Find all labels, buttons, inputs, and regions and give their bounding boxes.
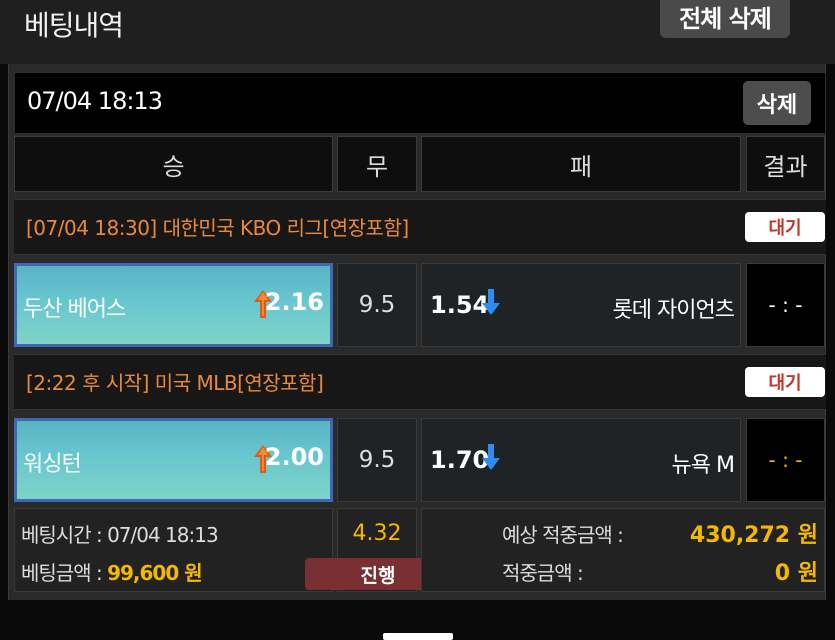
league-row: [2:22 후 시작] 미국 MLB[연장포함] 대기 <box>14 354 826 410</box>
win-amount-label: 적중금액 : <box>502 561 584 585</box>
home-team-name: 두산 베어스 <box>23 297 126 322</box>
delete-all-button[interactable]: 전체 삭제 <box>660 0 790 38</box>
result-score: - : - <box>746 263 825 347</box>
bet-summary-left: 베팅시간 : 07/04 18:13 베팅금액 : 99,600 원 <box>14 508 333 592</box>
home-team-name: 워싱턴 <box>23 452 82 477</box>
status-badge: 대기 <box>745 212 825 242</box>
league-info: [07/04 18:30] 대한민국 KBO 리그[연장포함] <box>26 216 409 240</box>
column-header-draw: 무 <box>337 136 417 192</box>
away-team-cell[interactable]: 1.54 롯데 자이언츠 <box>421 263 741 347</box>
bet-time-value: 07/04 18:13 <box>107 523 219 547</box>
away-team-name: 뉴욕 M <box>671 453 735 478</box>
home-team-cell[interactable]: 워싱턴 2.00 <box>14 418 333 502</box>
away-team-name: 롯데 자이언츠 <box>612 298 735 323</box>
home-team-cell[interactable]: 두산 베어스 2.16 <box>14 263 333 347</box>
bet-amount-line: 베팅금액 : 99,600 원 <box>21 557 203 586</box>
league-info: [2:22 후 시작] 미국 MLB[연장포함] <box>26 371 324 395</box>
away-odds: 1.70 <box>430 446 490 474</box>
bet-amount-label: 베팅금액 : <box>21 561 108 585</box>
expected-win-value: 430,272 원 <box>689 523 818 548</box>
league-row: [07/04 18:30] 대한민국 KBO 리그[연장포함] 대기 <box>14 199 826 255</box>
column-header-win: 승 <box>14 136 333 192</box>
bet-time-line: 베팅시간 : 07/04 18:13 <box>21 519 219 548</box>
expected-win-label: 예상 적중금액 : <box>502 523 624 547</box>
status-badge: 대기 <box>745 367 825 397</box>
top-bar: 베팅내역 전체 삭제 <box>0 0 835 64</box>
page-title: 베팅내역 <box>24 9 124 42</box>
away-odds: 1.54 <box>430 291 490 319</box>
bottom-handle <box>383 633 453 640</box>
arrow-down-icon <box>482 444 500 470</box>
draw-cell[interactable]: 9.5 <box>337 263 417 347</box>
bet-time-label: 베팅시간 : <box>21 523 108 547</box>
result-score: - : - <box>746 418 825 502</box>
home-odds: 2.16 <box>264 288 324 316</box>
home-odds: 2.00 <box>264 443 324 471</box>
total-odds: 4.32 <box>352 521 402 546</box>
column-header-result: 결과 <box>746 136 825 192</box>
bet-summary-right: 예상 적중금액 : 430,272 원 적중금액 : 0 원 <box>421 508 825 592</box>
arrow-down-icon <box>482 289 500 315</box>
bet-datetime: 07/04 18:13 <box>27 87 163 115</box>
column-header-lose: 패 <box>421 136 741 192</box>
draw-cell[interactable]: 9.5 <box>337 418 417 502</box>
bet-header: 07/04 18:13 삭제 <box>14 72 826 134</box>
away-team-cell[interactable]: 1.70 뉴욕 M <box>421 418 741 502</box>
delete-button[interactable]: 삭제 <box>743 81 811 125</box>
win-amount-value: 0 원 <box>774 561 818 586</box>
bet-amount-value: 99,600 원 <box>107 561 203 585</box>
